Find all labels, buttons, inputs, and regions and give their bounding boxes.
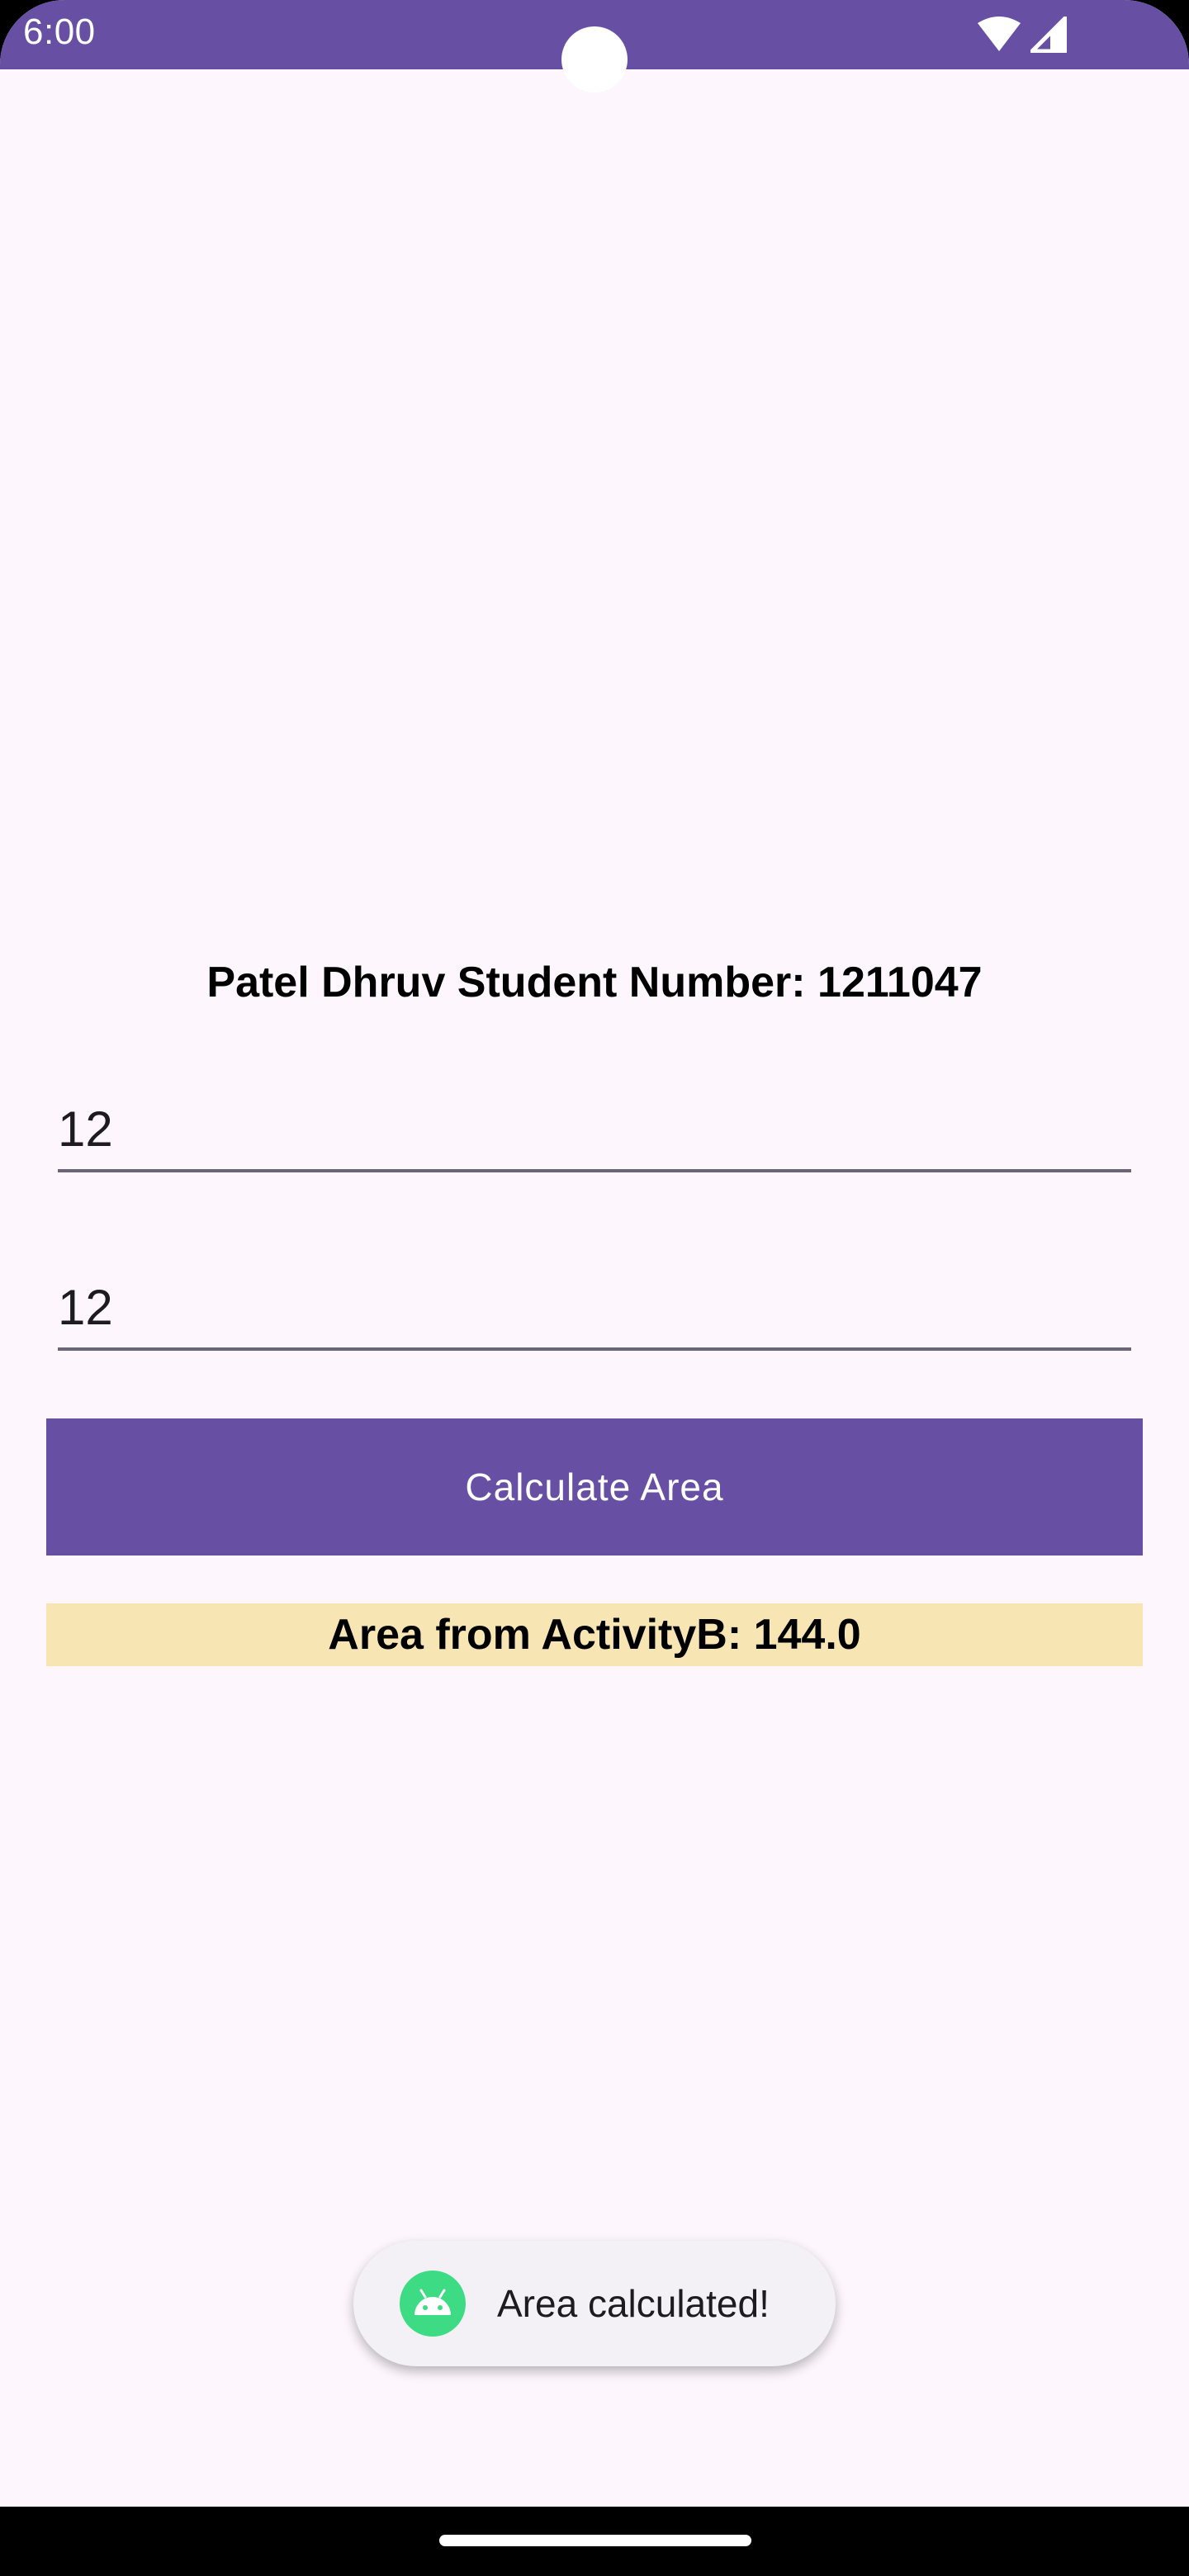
home-handle[interactable] [439,2535,751,2546]
navigation-bar [0,2507,1189,2576]
toast-message: Area calculated! [353,2241,836,2366]
toast-text: Area calculated! [497,2282,770,2325]
width-input[interactable] [58,1279,1131,1336]
area-result: Area from ActivityB: 144.0 [46,1603,1143,1666]
width-field[interactable] [58,1260,1131,1351]
calculate-area-button[interactable]: Calculate Area [46,1418,1143,1556]
cell-signal-icon [1030,17,1067,53]
app-screen: 6:00 Patel Dhruv Student Number: 1211047… [0,0,1189,2576]
camera-cutout [561,26,628,92]
page-title: Patel Dhruv Student Number: 1211047 [206,959,983,1006]
wifi-icon [976,17,1022,53]
status-time: 6:00 [23,12,96,52]
length-field[interactable] [58,1082,1131,1172]
length-input[interactable] [58,1101,1131,1158]
android-icon [400,2271,466,2337]
status-icons [976,17,1067,53]
